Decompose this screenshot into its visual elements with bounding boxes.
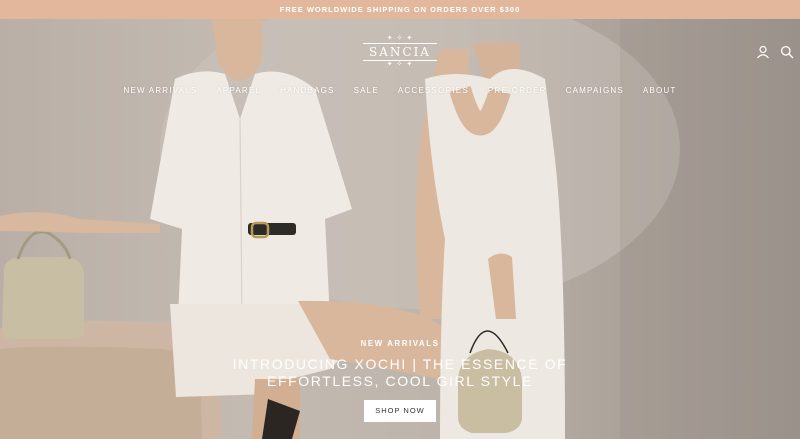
nav-item-accessories[interactable]: ACCESSORIES <box>398 86 469 95</box>
nav-item-new-arrivals[interactable]: NEW ARRIVALS <box>124 86 198 95</box>
hero-caption: NEW ARRIVALS INTRODUCING XOCHI | THE ESS… <box>0 339 800 422</box>
announcement-bar: FREE WORLDWIDE SHIPPING ON ORDERS OVER $… <box>0 0 800 19</box>
nav-item-apparel[interactable]: APPAREL <box>216 86 261 95</box>
announcement-text: FREE WORLDWIDE SHIPPING ON ORDERS OVER $… <box>279 5 521 14</box>
hero-eyebrow: NEW ARRIVALS <box>360 339 440 348</box>
logo-wordmark: SANCIA <box>363 43 437 61</box>
logo-ornament-bottom: ✦ ✧ ✦ <box>386 61 414 68</box>
nav-item-sale[interactable]: SALE <box>354 86 379 95</box>
hero-headline-line-1: INTRODUCING XOCHI | THE ESSENCE OF <box>232 356 568 372</box>
search-icon[interactable] <box>780 45 794 59</box>
header-icons <box>756 45 794 59</box>
hero-headline-line-2: EFFORTLESS, COOL GIRL STYLE <box>267 373 533 389</box>
nav-item-campaigns[interactable]: CAMPAIGNS <box>566 86 624 95</box>
hero-headline: INTRODUCING XOCHI | THE ESSENCE OF EFFOR… <box>0 356 800 390</box>
hero-banner: ✦ ✧ ✦ SANCIA ✦ ✧ ✦ NEW ARRIVALS APPAREL … <box>0 19 800 439</box>
nav-item-handbags[interactable]: HANDBAGS <box>280 86 335 95</box>
brand-logo[interactable]: ✦ ✧ ✦ SANCIA ✦ ✧ ✦ <box>360 28 440 76</box>
nav-item-pre-order[interactable]: PRE-ORDER <box>488 86 547 95</box>
nav-item-about[interactable]: ABOUT <box>643 86 677 95</box>
account-icon[interactable] <box>756 45 770 59</box>
logo-ornament-top: ✦ ✧ ✦ <box>386 35 414 42</box>
main-navigation: NEW ARRIVALS APPAREL HANDBAGS SALE ACCES… <box>0 86 800 95</box>
shop-now-button[interactable]: SHOP NOW <box>364 400 436 422</box>
